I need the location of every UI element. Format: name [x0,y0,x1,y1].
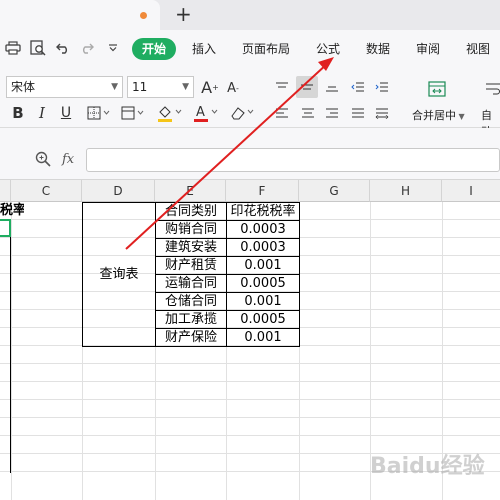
table-row-rate[interactable]: 0.0003 [226,220,300,239]
table-row-type[interactable]: 加工承揽 [155,310,227,329]
menu-home[interactable]: 开始 [132,38,176,60]
new-tab-plus-icon[interactable]: + [175,3,192,25]
font-name-value: 宋体 [11,80,36,94]
table-row-rate[interactable]: 0.001 [226,328,300,347]
table-row-rate[interactable]: 0.001 [226,256,300,275]
menu-insert[interactable]: 插入 [192,41,216,57]
clear-format-icon[interactable] [228,103,256,123]
watermark-logo: Baidu经验 [370,454,485,479]
align-center-icon[interactable] [298,104,318,122]
font-name-select[interactable]: 宋体 ▼ [6,76,123,98]
menu-data[interactable]: 数据 [366,41,390,57]
menu-review[interactable]: 审阅 [416,41,440,57]
increase-font-icon[interactable]: A + [200,77,220,97]
print-preview-icon[interactable] [29,39,47,57]
align-left-icon[interactable] [272,104,292,122]
ribbon-toolbar: 宋体 ▼ 11 ▼ A + A- B I U A 合并居中 ▼ 自 [0,68,500,138]
cell-style-icon[interactable] [120,104,146,122]
chevron-down-icon: ▼ [456,112,465,121]
partial-column-border [0,219,11,473]
column-header-c[interactable]: C [11,180,82,202]
underline-icon[interactable]: U [58,104,74,122]
menu-bar: 开始 插入 页面布局 公式 数据 审阅 视图 [0,30,500,68]
lookup-table-title[interactable]: 查询表 [82,202,156,347]
table-header-type[interactable]: 合同类别 [155,202,227,221]
title-bar: + [0,0,500,30]
italic-icon[interactable]: I [34,104,50,122]
merge-center-icon[interactable] [426,78,448,100]
menu-formulas[interactable]: 公式 [316,41,340,57]
chevron-down-icon: ▼ [111,82,118,92]
align-right-icon[interactable] [322,104,342,122]
column-header-partial[interactable] [0,180,11,202]
align-top-icon[interactable] [272,77,292,97]
formula-input[interactable] [86,148,500,172]
svg-text:A: A [196,105,205,120]
align-middle-icon[interactable] [296,76,318,98]
selected-cell[interactable] [0,219,11,237]
increase-indent-icon[interactable] [372,77,392,97]
menu-view[interactable]: 视图 [466,41,490,57]
chevron-down-icon: ▼ [182,82,189,92]
table-row-type[interactable]: 建筑安装 [155,238,227,257]
fx-icon[interactable]: fx [62,152,74,167]
table-row-rate[interactable]: 0.0005 [226,274,300,293]
print-icon[interactable] [4,39,22,57]
column-header-i[interactable]: I [442,180,500,202]
column-header-f[interactable]: F [226,180,299,202]
table-row-type[interactable]: 购销合同 [155,220,227,239]
column-header-g[interactable]: G [299,180,370,202]
table-row-rate[interactable]: 0.0005 [226,310,300,329]
decrease-indent-icon[interactable] [348,77,368,97]
table-header-rate[interactable]: 印花税税率 [226,202,300,221]
formula-bar: fx [0,128,500,180]
column-header-d[interactable]: D [82,180,155,202]
menu-page-layout[interactable]: 页面布局 [242,41,290,57]
wrap-text-icon[interactable] [484,78,500,100]
font-color-icon[interactable]: A [192,103,220,123]
distributed-align-icon[interactable] [372,104,392,122]
table-row-rate[interactable]: 0.0003 [226,238,300,257]
customize-dropdown-icon[interactable] [104,39,122,57]
table-row-type[interactable]: 仓储合同 [155,292,227,311]
undo-icon[interactable] [54,39,72,57]
bold-icon[interactable]: B [10,104,26,122]
font-size-select[interactable]: 11 ▼ [127,76,194,98]
table-row-type[interactable]: 财产租赁 [155,256,227,275]
table-row-type[interactable]: 运输合同 [155,274,227,293]
document-tab[interactable] [0,0,160,30]
column-header-h[interactable]: H [370,180,442,202]
redo-icon[interactable] [78,39,96,57]
align-bottom-icon[interactable] [322,77,342,97]
partial-header-cell: 税率 [0,203,24,218]
merge-center-label: 合并居中 [412,109,456,122]
table-row-type[interactable]: 财产保险 [155,328,227,347]
merge-center-button[interactable]: 合并居中 ▼ [412,107,465,123]
decrease-font-icon[interactable]: A- [224,79,242,97]
table-row-rate[interactable]: 0.001 [226,292,300,311]
font-size-value: 11 [132,80,148,94]
unsaved-dot-icon [140,12,147,19]
column-header-e[interactable]: E [155,180,226,202]
zoom-search-icon[interactable] [34,150,52,168]
justify-icon[interactable] [348,104,368,122]
borders-icon[interactable] [86,104,112,122]
fill-color-icon[interactable] [156,103,184,123]
